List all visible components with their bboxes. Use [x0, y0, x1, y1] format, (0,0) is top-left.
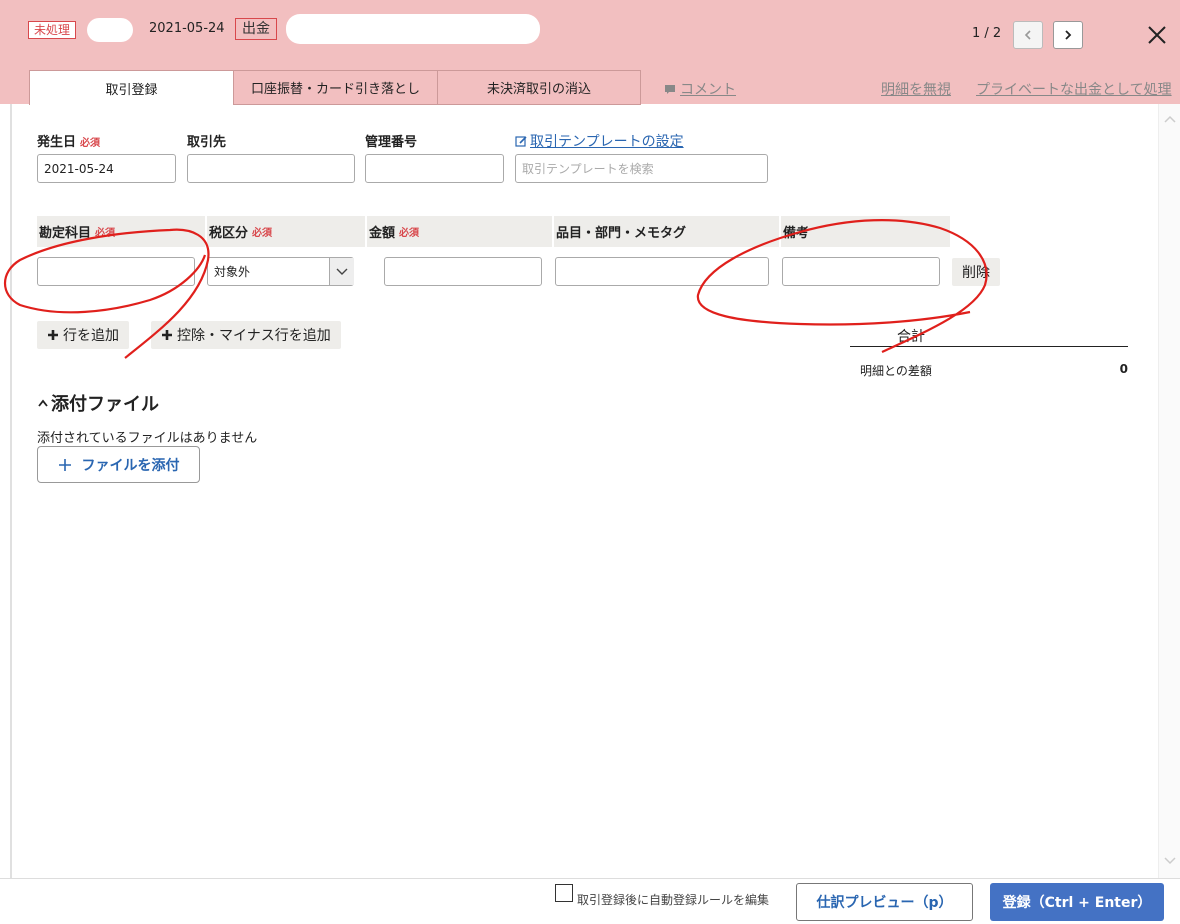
header-account: 勘定科目 必須	[37, 216, 205, 247]
template-settings-link[interactable]: 取引テンプレートの設定	[515, 131, 684, 151]
required-mark: 必須	[399, 228, 420, 239]
template-search-input[interactable]: 取引テンプレートを検索	[515, 154, 768, 183]
header-item: 品目・部門・メモタグ	[554, 216, 779, 247]
comment-icon	[665, 85, 675, 94]
memo-input[interactable]	[782, 257, 940, 286]
memo-header-label: 備考	[783, 226, 810, 241]
account-header-label: 勘定科目	[39, 226, 92, 241]
comment-label: コメント	[680, 82, 736, 98]
tab-transfer[interactable]: 口座振替・カード引き落とし	[233, 70, 438, 105]
required-mark: 必須	[95, 228, 116, 239]
partner-input[interactable]	[187, 154, 355, 183]
manage-no-label: 管理番号	[365, 135, 418, 150]
tab-label: 取引登録	[105, 82, 158, 98]
delete-label: 削除	[962, 265, 990, 281]
scroll-up-icon	[1164, 115, 1176, 123]
required-mark: 必須	[80, 138, 101, 149]
pager-text: 1 / 2	[972, 26, 1002, 41]
auto-rule-label: 取引登録後に自動登録ルールを編集	[577, 893, 770, 907]
header-amount: 金額 必須	[367, 216, 552, 247]
redacted-description-blob	[286, 14, 540, 44]
item-header-label: 品目・部門・メモタグ	[556, 226, 687, 241]
redacted-account-blob	[87, 18, 133, 42]
private-link[interactable]: プライベートな出金として処理	[976, 79, 1172, 99]
submit-label: 登録（Ctrl + Enter）	[1002, 895, 1152, 911]
tax-select-value: 対象外	[214, 265, 251, 279]
tab-label: 未決済取引の消込	[486, 82, 591, 97]
add-file-button[interactable]: ファイルを添付	[37, 446, 200, 483]
tab-label: 口座振替・カード引き落とし	[250, 82, 420, 97]
header-memo: 備考	[781, 216, 950, 247]
tab-reconcile[interactable]: 未決済取引の消込	[437, 70, 641, 105]
preview-label: 仕訳プレビュー（p）	[816, 895, 953, 911]
preview-button[interactable]: 仕訳プレビュー（p）	[796, 883, 973, 921]
add-file-label: ファイルを添付	[81, 457, 180, 474]
submit-button[interactable]: 登録（Ctrl + Enter）	[990, 883, 1164, 921]
add-minus-row-button[interactable]: 控除・マイナス行を追加	[151, 321, 341, 349]
chevron-down-icon	[336, 268, 348, 275]
next-button[interactable]	[1053, 21, 1083, 49]
required-mark: 必須	[252, 228, 273, 239]
scroll-down-icon	[1164, 857, 1176, 865]
partner-label: 取引先	[187, 135, 227, 150]
comment-link[interactable]: コメント	[664, 79, 736, 99]
add-row-button[interactable]: 行を追加	[37, 321, 129, 349]
delete-row-button[interactable]: 削除	[952, 258, 1000, 286]
item-input[interactable]	[555, 257, 769, 286]
amount-input[interactable]	[384, 257, 542, 286]
plus-icon	[48, 330, 58, 340]
auto-rule-checkbox[interactable]	[555, 884, 573, 902]
issue-date-value: 2021-05-24	[44, 161, 114, 176]
ignore-link[interactable]: 明細を無視	[881, 79, 951, 99]
chevron-right-icon	[1065, 30, 1072, 40]
prev-button[interactable]	[1013, 21, 1043, 49]
plus-icon	[162, 330, 172, 340]
amount-header-label: 金額	[369, 226, 396, 241]
attachments-empty-text: 添付されているファイルはありません	[37, 431, 258, 446]
issue-date-label-wrap: 発生日 必須	[37, 131, 100, 150]
chevron-left-icon	[1024, 30, 1031, 40]
tax-header-label: 税区分	[209, 226, 249, 241]
type-badge: 出金	[235, 18, 277, 40]
status-badge: 未処理	[28, 21, 77, 39]
template-search-placeholder: 取引テンプレートを検索	[522, 162, 654, 176]
close-icon	[1148, 26, 1166, 44]
account-input[interactable]	[37, 257, 195, 286]
issue-date-input[interactable]: 2021-05-24	[37, 154, 176, 183]
manage-no-input[interactable]	[365, 154, 504, 183]
chevron-up-icon	[38, 399, 48, 407]
diff-value: 0	[1119, 362, 1128, 376]
total-divider	[850, 346, 1128, 347]
add-minus-row-label: 控除・マイナス行を追加	[177, 328, 331, 344]
plus-icon	[58, 458, 71, 471]
tax-select[interactable]: 対象外	[207, 257, 354, 286]
panel-border	[10, 104, 12, 878]
scrollbar[interactable]	[1158, 104, 1180, 878]
total-label: 合計	[897, 329, 925, 345]
header-tax: 税区分 必須	[207, 216, 365, 247]
tab-register[interactable]: 取引登録	[29, 70, 234, 105]
attachments-title: 添付ファイル	[51, 394, 159, 415]
tax-dropdown-toggle[interactable]	[329, 258, 354, 285]
header-date: 2021-05-24	[149, 21, 225, 36]
close-button[interactable]	[1144, 22, 1170, 48]
add-row-label: 行を追加	[63, 328, 119, 344]
attachments-toggle[interactable]: 添付ファイル	[37, 390, 159, 416]
diff-label: 明細との差額	[860, 364, 932, 378]
template-settings-label: 取引テンプレートの設定	[530, 134, 684, 150]
edit-icon	[515, 135, 527, 147]
issue-date-label: 発生日	[37, 135, 77, 150]
